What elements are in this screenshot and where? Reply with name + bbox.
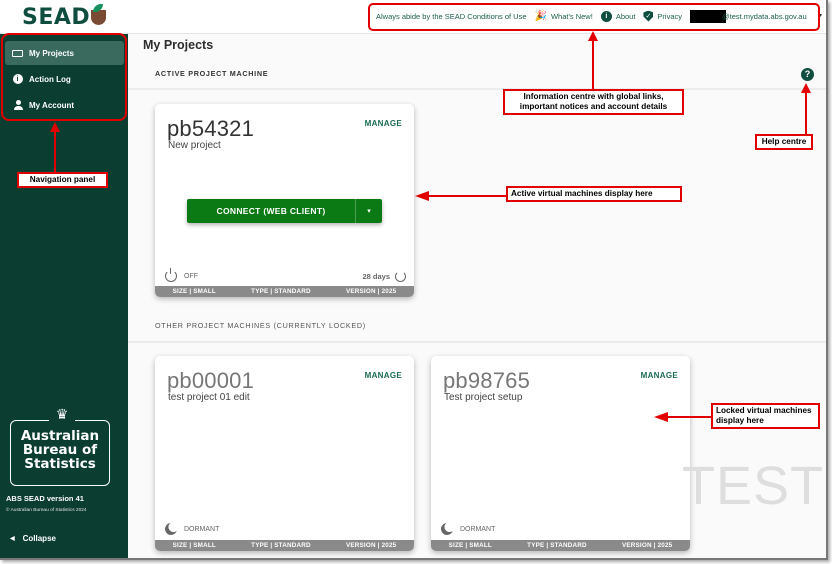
active-machine-card: pb54321 New project MANAGE CONNECT (WEB … (155, 104, 414, 297)
collapse-button[interactable]: ◀ Collapse (10, 534, 56, 543)
machine-description: test project 01 edit (168, 392, 250, 403)
logo-line: Australian (20, 428, 100, 444)
logo-line: Statistics (24, 456, 96, 472)
version-label: VERSION | 2025 (345, 542, 397, 549)
status-label: DORMANT (184, 525, 220, 533)
annotation-locked-vms: Locked virtual machines display here (711, 403, 820, 429)
manage-button[interactable]: MANAGE (641, 371, 678, 380)
size-label: SIZE | SMALL (172, 542, 216, 549)
annotation-navigation-panel: Navigation panel (17, 172, 108, 188)
power-icon (165, 268, 177, 282)
card-footer: SIZE | SMALL TYPE | STANDARD VERSION | 2… (155, 286, 414, 297)
locked-section-label: OTHER PROJECT MACHINES (CURRENTLY LOCKED… (155, 321, 366, 330)
abs-logo: ♛ Australian Bureau of Statistics (10, 405, 110, 486)
annotation-line (667, 416, 711, 418)
logo-line: Bureau of (22, 442, 98, 458)
days-remaining[interactable]: 28 days (362, 271, 406, 282)
machine-description: New project (168, 140, 221, 151)
connect-web-client-button[interactable]: CONNECT (WEB CLIENT) (187, 199, 355, 223)
machine-id: pb00001 (167, 368, 255, 393)
power-status-label: OFF (184, 272, 198, 280)
copyright-text: © Australian Bureau of Statistics 2024 (6, 508, 87, 513)
annotation-line (592, 39, 594, 89)
size-label: SIZE | SMALL (448, 542, 492, 549)
moon-icon (163, 521, 178, 536)
app-window: SEAD Always abide by the SEAD Conditions… (0, 0, 828, 560)
type-label: TYPE | STANDARD (527, 542, 587, 549)
machine-description: Test project setup (444, 392, 523, 403)
test-watermark: TEST (682, 456, 825, 516)
card-footer: SIZE | SMALL TYPE | STANDARD VERSION | 2… (155, 540, 414, 551)
dormant-status: DORMANT (441, 523, 495, 535)
navigation-highlight (1, 33, 127, 121)
size-label: SIZE | SMALL (172, 288, 216, 295)
machine-id: pb98765 (443, 368, 531, 393)
status-label: DORMANT (460, 525, 496, 533)
machine-id: pb54321 (167, 116, 255, 141)
version-text: ABS SEAD version 41 (6, 494, 84, 503)
sead-logo[interactable]: SEAD (22, 4, 107, 30)
annotation-line (54, 130, 56, 172)
active-section-label: ACTIVE PROJECT MACHINE (155, 69, 269, 78)
logo-text: SEAD (22, 5, 91, 30)
help-icon[interactable]: ? (801, 68, 814, 81)
version-label: VERSION | 2025 (345, 288, 397, 295)
chevron-left-icon: ◀ (10, 536, 15, 542)
annotation-arrow (415, 191, 429, 201)
days-remaining-label: 28 days (362, 272, 390, 281)
coat-of-arms-icon: ♛ (49, 405, 75, 425)
annotation-active-vms: Active virtual machines display here (506, 186, 682, 202)
annotation-info-centre: Information centre with global links, im… (503, 89, 684, 115)
annotation-line (428, 195, 506, 197)
type-label: TYPE | STANDARD (251, 542, 311, 549)
type-label: TYPE | STANDARD (251, 288, 311, 295)
collapse-label: Collapse (22, 534, 56, 543)
section-divider (128, 88, 826, 90)
annotation-help-centre: Help centre (755, 134, 813, 150)
power-status[interactable]: OFF (165, 268, 198, 282)
manage-button[interactable]: MANAGE (365, 119, 402, 128)
card-footer: SIZE | SMALL TYPE | STANDARD VERSION | 2… (431, 540, 690, 551)
connect-dropdown-icon[interactable]: ▾ (355, 199, 382, 223)
info-centre-highlight (368, 3, 820, 31)
manage-button[interactable]: MANAGE (365, 371, 402, 380)
locked-machine-card: pb00001 test project 01 edit MANAGE DORM… (155, 356, 414, 551)
locked-machine-card: pb98765 Test project setup MANAGE DORMAN… (431, 356, 690, 551)
page-title: My Projects (143, 38, 214, 52)
dormant-status: DORMANT (165, 523, 219, 535)
annotation-line (805, 91, 807, 135)
renew-icon (395, 271, 406, 282)
moon-icon (439, 521, 454, 536)
connect-button-group: CONNECT (WEB CLIENT) ▾ (187, 199, 382, 223)
seedling-icon (91, 4, 107, 25)
section-divider (128, 341, 826, 343)
annotation-arrow (654, 412, 668, 422)
version-label: VERSION | 2025 (621, 542, 673, 549)
